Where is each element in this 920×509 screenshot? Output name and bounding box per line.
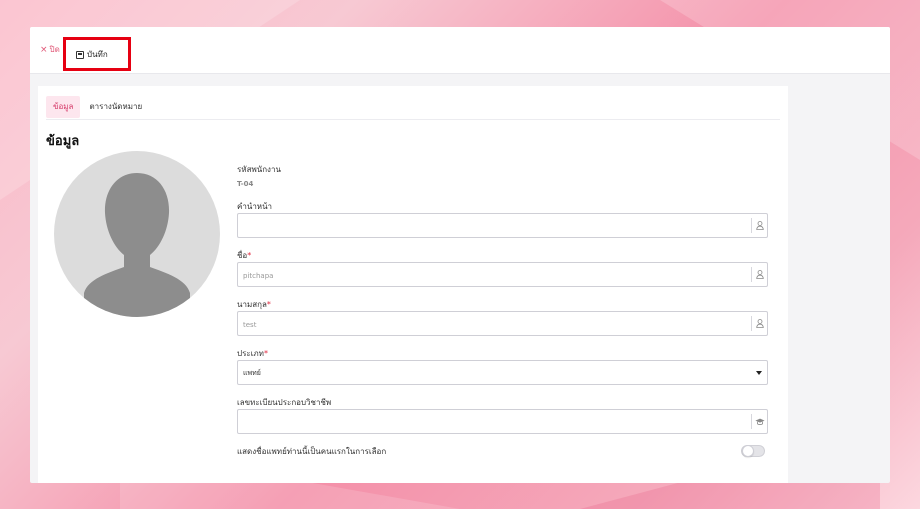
type-select-value: แพทย์ [243,369,261,377]
show-first-label: แสดงชื่อแพทย์ท่านนี้เป็นคนแรกในการเลือก [237,447,387,456]
person-icon [751,316,767,331]
form-panel: ข้อมูล ตารางนัดหมาย ข้อมูล รหัสพนักงาน T… [38,86,788,483]
chevron-down-icon [756,371,762,375]
prefix-label: คำนำหน้า [237,202,273,211]
license-field-wrapper [237,409,768,435]
required-mark: * [263,349,268,358]
close-icon: × [40,44,48,55]
save-button[interactable]: บันทึก [76,48,108,61]
required-mark: * [266,300,271,309]
person-icon [751,218,767,233]
toggle-knob [742,445,754,457]
last-name-label: นามสกุล* [237,300,271,309]
first-name-input[interactable] [238,264,738,288]
tab-info[interactable]: ข้อมูล [46,96,81,118]
required-mark: * [247,251,252,260]
employee-code-value: T-04 [237,180,254,188]
graduation-cap-icon [751,414,767,429]
last-name-input[interactable] [238,313,738,337]
prefix-input[interactable] [238,215,738,239]
save-button-highlight: บันทึก [63,37,131,71]
save-icon [76,50,84,59]
first-name-label: ชื่อ* [237,251,252,260]
toolbar: × ปิด บันทึก [30,27,890,74]
show-first-toggle[interactable] [741,445,765,457]
first-name-field-wrapper [237,262,768,288]
employee-code-label: รหัสพนักงาน [237,165,281,174]
close-label: ปิด [49,45,60,54]
avatar-placeholder-icon [84,173,190,317]
person-icon [751,267,767,282]
avatar[interactable] [54,151,220,317]
license-input[interactable] [238,411,738,435]
save-label: บันทึก [87,50,108,59]
last-name-field-wrapper [237,311,768,337]
license-label: เลขทะเบียนประกอบวิชาชีพ [237,398,332,407]
type-select[interactable]: แพทย์ [237,360,768,385]
app-window: × ปิด บันทึก ข้อมูล ตารางนัดหมาย ข้อมูล … [30,27,890,483]
tab-bar: ข้อมูล ตารางนัดหมาย [46,96,780,120]
tab-appointments[interactable]: ตารางนัดหมาย [82,96,149,118]
type-label: ประเภท* [237,349,268,358]
section-title: ข้อมูล [46,134,80,149]
prefix-field-wrapper [237,213,768,239]
